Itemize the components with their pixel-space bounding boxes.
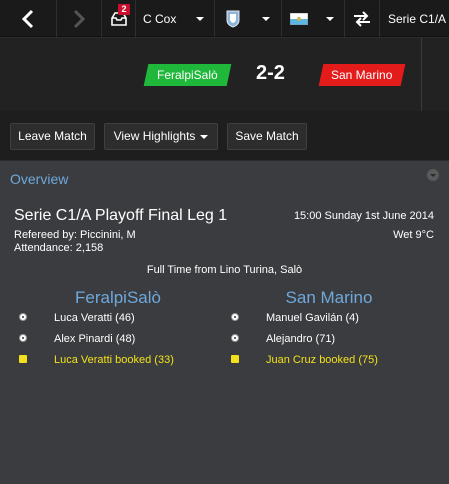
club-dropdown-button[interactable]: [251, 0, 281, 37]
forward-button[interactable]: [57, 0, 101, 37]
chevron-down-icon: [200, 134, 209, 139]
home-booking-event[interactable]: Luca Veratti booked (33): [54, 354, 174, 366]
manager-dropdown-button[interactable]: [186, 0, 214, 37]
nation-menu[interactable]: [282, 0, 316, 37]
san-marino-flag-icon: [290, 12, 308, 25]
collapse-icon[interactable]: [427, 169, 439, 181]
goal-ball-icon: [19, 313, 27, 321]
referee-info: Refereed by: Piccinini, M: [14, 229, 136, 241]
save-match-button[interactable]: Save Match: [227, 123, 307, 150]
inbox-count-badge: 2: [118, 4, 130, 15]
home-team-heading[interactable]: FeralpiSalò: [40, 288, 196, 308]
chevron-right-icon: [73, 9, 86, 28]
club-menu[interactable]: [215, 0, 251, 37]
chevron-down-icon: [326, 16, 334, 21]
leave-match-label: Leave Match: [18, 129, 87, 143]
attendance-info: Attendance: 2,158: [14, 242, 104, 254]
home-team-badge[interactable]: FeralpiSalò: [143, 64, 232, 86]
chevron-down-icon: [196, 16, 204, 21]
view-highlights-button[interactable]: View Highlights: [104, 123, 218, 150]
chevron-down-icon: [262, 16, 270, 21]
away-team-heading[interactable]: San Marino: [251, 288, 407, 308]
divider: [421, 38, 422, 111]
manager-name: C Cox: [143, 11, 177, 26]
kickoff-datetime: 15:00 Sunday 1st June 2014: [293, 210, 434, 222]
leave-match-button[interactable]: Leave Match: [10, 123, 95, 150]
save-match-label: Save Match: [235, 129, 299, 143]
weather-info: Wet 9°C: [393, 229, 434, 241]
yellow-card-icon: [19, 355, 27, 363]
match-score-header: FeralpiSalò 2-2 San Marino: [0, 38, 449, 111]
panel-title[interactable]: Overview: [10, 171, 68, 187]
home-team-name: FeralpiSalò: [157, 68, 218, 82]
away-booking-event[interactable]: Juan Cruz booked (75): [266, 354, 378, 366]
competition-name: Serie C1/A: [388, 11, 447, 26]
competition-title: Serie C1/A Playoff Final Leg 1: [14, 207, 228, 224]
manager-menu[interactable]: C Cox: [136, 0, 186, 37]
top-navigation-bar: 2 C Cox Serie C1/A: [0, 0, 449, 37]
competition-menu[interactable]: Serie C1/A: [380, 0, 449, 37]
back-button[interactable]: [0, 0, 56, 37]
yellow-card-icon: [231, 355, 239, 363]
away-team-badge[interactable]: San Marino: [318, 64, 406, 86]
home-goal-event[interactable]: Alex Pinardi (48): [54, 333, 135, 345]
nation-dropdown-button[interactable]: [316, 0, 344, 37]
away-goal-event[interactable]: Manuel Gavilán (4): [266, 312, 359, 324]
home-goal-event[interactable]: Luca Veratti (46): [54, 312, 135, 324]
goal-ball-icon: [231, 334, 239, 342]
away-team-name: San Marino: [331, 68, 393, 82]
view-highlights-label: View Highlights: [113, 129, 196, 143]
result-summary: Full Time from Lino Turina, Salò: [146, 264, 303, 276]
club-crest-icon: [226, 10, 240, 28]
chevron-left-icon: [21, 9, 34, 28]
switch-button[interactable]: [345, 0, 379, 37]
swap-arrows-icon: [354, 10, 370, 27]
goal-ball-icon: [19, 334, 27, 342]
match-actions-bar: Leave Match View Highlights Save Match: [0, 111, 449, 160]
match-score: 2-2: [256, 62, 285, 84]
goal-ball-icon: [231, 313, 239, 321]
overview-panel: Overview Serie C1/A Playoff Final Leg 1 …: [0, 161, 449, 484]
away-goal-event[interactable]: Alejandro (71): [266, 333, 335, 345]
